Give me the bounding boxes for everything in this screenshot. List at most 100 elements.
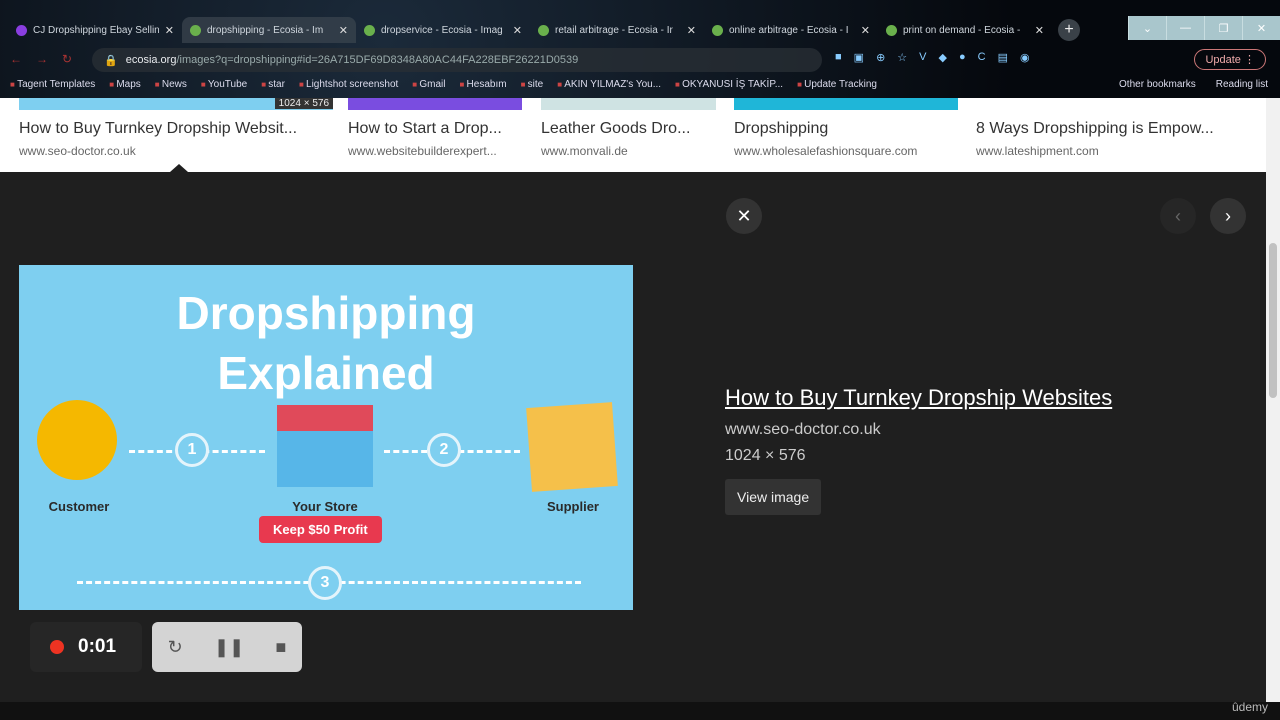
result-title[interactable]: How to Start a Drop... [348,120,502,138]
update-button[interactable]: Update ⋮ [1194,49,1266,70]
result-item[interactable]: How to Start a Drop... www.websitebuilder… [348,120,502,158]
image-title-link[interactable]: How to Buy Turnkey Dropship Websites [725,385,1161,411]
next-image-button[interactable]: › [1210,198,1246,234]
vimeo-icon[interactable]: V [919,51,926,64]
image-details: How to Buy Turnkey Dropship Websites www… [725,385,1161,515]
tab[interactable]: CJ Dropshipping Ebay Sellin ✕ [8,17,182,43]
recorder-controls: ↻ ❚❚ ■ [152,622,302,672]
tab-active[interactable]: dropshipping - Ecosia - Im ✕ [182,17,356,43]
profit-badge: Keep $50 Profit [259,516,382,543]
bookmark[interactable]: AKIN YILMAZ's You... [557,79,661,90]
result-title[interactable]: 8 Ways Dropshipping is Empow... [976,120,1214,138]
view-image-button[interactable]: View image [725,479,822,515]
bookmark[interactable]: YouTube [201,79,247,90]
bookmarks-bar: Tagent Templates Maps News YouTube star … [10,79,877,90]
extension-icon[interactable]: C [978,51,986,64]
star-icon[interactable]: ☆ [897,51,907,64]
bookmark[interactable]: OKYANUSI İŞ TAKİP... [675,79,783,90]
tab-strip: CJ Dropshipping Ebay Sellin ✕ dropshippin… [8,17,1086,43]
bookmark[interactable]: Maps [109,79,140,90]
size-badge: 1024 × 576 [274,98,333,109]
scrollbar-thumb[interactable] [1269,243,1277,398]
step-number: 3 [308,566,342,600]
translate-icon[interactable]: ▣ [854,51,864,64]
image-dimensions: 1024 × 576 [725,447,806,464]
favicon-icon [364,24,375,36]
recording-time: 0:01 [78,636,117,657]
tab-title: dropshipping - Ecosia - Im [207,24,324,36]
bookmark[interactable]: Hesabım [459,79,507,90]
result-title[interactable]: Leather Goods Dro... [541,120,690,138]
result-thumbnail[interactable]: 1024 × 576 [19,98,333,110]
result-thumbnail[interactable] [734,98,958,110]
bookmark[interactable]: News [155,79,187,90]
close-tab-icon[interactable]: ✕ [687,24,696,37]
bookmark[interactable]: star [261,79,285,90]
tab-search-button[interactable]: ⌄ [1128,16,1166,40]
tab-title: print on demand - Ecosia - [903,24,1021,36]
extensions-bar: ■ ▣ ⊕ ☆ V ◆ ● C ▤ ◉ [835,51,1030,64]
camera-icon[interactable]: ■ [835,51,842,64]
stop-icon[interactable]: ■ [275,637,286,658]
tab[interactable]: print on demand - Ecosia - ✕ [878,17,1052,43]
extension-icon[interactable]: ▤ [998,51,1008,64]
extension-icon[interactable]: ◆ [939,51,947,64]
scrollbar[interactable] [1266,98,1280,702]
reload-icon[interactable]: ↻ [62,52,72,66]
extension-icon[interactable]: ● [959,51,966,64]
close-preview-button[interactable]: ✕ [726,198,762,234]
close-window-button[interactable]: ✕ [1242,16,1280,40]
favicon-icon [190,24,201,36]
pause-icon[interactable]: ❚❚ [214,637,244,658]
result-url: www.websitebuilderexpert... [348,144,497,158]
back-icon[interactable]: ← [10,52,22,66]
result-thumbnail[interactable] [541,98,716,110]
zoom-icon[interactable]: ⊕ [876,51,885,64]
tab-title: retail arbitrage - Ecosia - Ir [555,24,673,36]
window-controls: ⌄ — ❐ ✕ [1128,16,1280,40]
store-label: Your Store [292,499,358,514]
bookmark[interactable]: Gmail [412,79,445,90]
address-bar[interactable]: 🔒 ecosia.org/images?q=dropshipping#id=26… [92,48,822,72]
tab-title: online arbitrage - Ecosia - I [729,24,849,36]
result-title[interactable]: How to Buy Turnkey Dropship Websit... [19,120,297,138]
result-title[interactable]: Dropshipping [734,120,917,138]
image-heading: Dropshipping Explained [176,287,476,399]
maximize-button[interactable]: ❐ [1204,16,1242,40]
forward-icon[interactable]: → [36,52,48,66]
preview-image[interactable]: Dropshipping Explained Customer Your Sto… [19,265,633,610]
close-tab-icon[interactable]: ✕ [513,24,522,37]
result-item[interactable]: How to Buy Turnkey Dropship Websit... www… [19,120,297,158]
image-source: www.seo-doctor.co.uk [725,421,881,438]
close-tab-icon[interactable]: ✕ [165,24,174,37]
close-tab-icon[interactable]: ✕ [861,24,870,37]
result-item[interactable]: Leather Goods Dro... www.monvali.de [541,120,690,158]
bookmark[interactable]: Lightshot screenshot [299,79,398,90]
bookmark[interactable]: site [521,79,544,90]
profile-avatar[interactable]: ◉ [1020,51,1030,64]
restart-icon[interactable]: ↻ [168,637,183,658]
new-tab-button[interactable]: + [1058,19,1080,41]
tab[interactable]: dropservice - Ecosia - Imag ✕ [356,17,530,43]
tab[interactable]: retail arbitrage - Ecosia - Ir ✕ [530,17,704,43]
favicon-icon [886,24,897,36]
close-tab-icon[interactable]: ✕ [339,24,348,37]
tab[interactable]: online arbitrage - Ecosia - I ✕ [704,17,878,43]
result-thumbnail[interactable] [348,98,522,110]
url-text: ecosia.org/images?q=dropshipping#id=26A7… [125,54,579,66]
step-number: 2 [427,433,461,467]
result-item[interactable]: Dropshipping www.wholesalefashionsquare.c… [734,120,917,158]
result-item[interactable]: 8 Ways Dropshipping is Empow... www.lates… [976,120,1214,158]
nav-buttons: ← → ↻ [10,52,72,66]
minimize-button[interactable]: — [1166,16,1204,40]
box-icon [526,402,618,492]
close-tab-icon[interactable]: ✕ [1035,24,1044,37]
tab-title: dropservice - Ecosia - Imag [381,24,503,36]
bottom-bar [0,702,1280,720]
previous-image-button[interactable]: ‹ [1160,198,1196,234]
bookmark[interactable]: Update Tracking [797,79,877,90]
other-bookmarks[interactable]: Other bookmarks [1119,79,1196,90]
bookmark[interactable]: Tagent Templates [10,79,95,90]
customer-label: Customer [48,499,110,514]
reading-list[interactable]: Reading list [1216,79,1268,90]
